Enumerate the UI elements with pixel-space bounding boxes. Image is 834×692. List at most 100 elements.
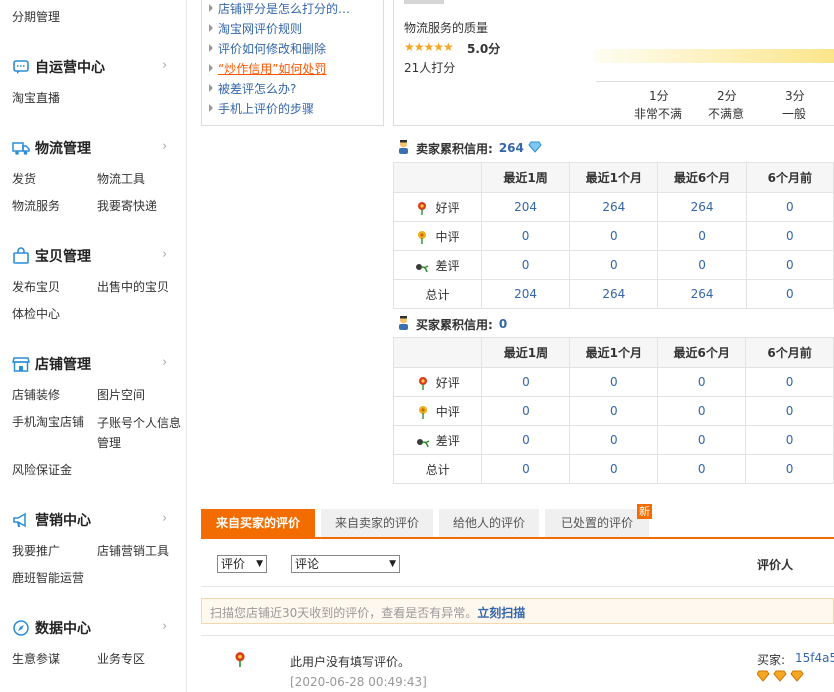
table-cell[interactable]: 0 [657,396,747,426]
tab-from-sellers[interactable]: 来自卖家的评价 [321,509,433,537]
help-link[interactable]: 手机上评价的步骤 [209,100,314,117]
table-cell[interactable]: 204 [480,192,571,222]
yellow-flower-icon [416,405,430,419]
table-cell[interactable]: 264 [569,192,659,222]
tab-from-buyers[interactable]: 来自买家的评价 [201,509,315,537]
chevron-right-icon[interactable]: › [162,619,167,634]
table-cell[interactable]: 0 [569,221,659,251]
table-cell[interactable]: 0 [745,454,834,484]
diamond-icon [528,141,542,156]
row-label: 好评 [392,367,483,397]
sidebar-section-store[interactable]: 店铺管理 [12,353,91,375]
sidebar-section-data[interactable]: 数据中心 [12,617,91,639]
table-cell[interactable]: 0 [481,367,571,397]
table-cell[interactable]: 0 [480,221,571,251]
sidebar-section-title: 数据中心 [35,621,91,637]
chevron-right-icon[interactable]: › [162,139,167,154]
sidebar-section-items[interactable]: 宝贝管理 [12,245,91,267]
table-cell[interactable]: 0 [657,367,747,397]
table-cell[interactable]: 264 [569,279,659,309]
tab-given-to-others[interactable]: 给他人的评价 [439,509,539,537]
table-cell[interactable]: 0 [745,192,834,222]
chevron-right-icon[interactable]: › [162,511,167,526]
table-cell[interactable]: 0 [657,425,747,455]
buyer-credit-title: 买家累积信用: 0 [396,316,507,332]
rating-stars: ★★★★★ [404,40,454,54]
sidebar-link[interactable]: 店铺营销工具 [97,542,169,559]
sidebar-link[interactable]: 体检中心 [12,305,60,322]
table-cell[interactable]: 0 [569,454,659,484]
sidebar-link[interactable]: 出售中的宝贝 [97,278,169,295]
store-icon [12,355,30,373]
help-link[interactable]: 店铺评分是怎么打分的… [209,0,350,17]
sidebar-link[interactable]: 物流工具 [97,170,145,187]
sidebar-link-installment[interactable]: 分期管理 [12,8,60,25]
table-header-cell: 最近6个月 [657,337,747,368]
sidebar-link[interactable]: 风险保证金 [12,461,72,478]
sidebar-link[interactable]: 我要推广 [12,542,60,559]
dropdown-arrow-icon: ▼ [256,559,263,569]
divider [201,635,834,636]
scan-notice: 扫描您店铺近30天收到的评价，查看是否有异常。立刻扫描 [201,598,834,624]
table-cell[interactable]: 0 [657,454,747,484]
scan-now-link[interactable]: 立刻扫描 [477,606,525,620]
sidebar-link[interactable]: 生意参谋 [12,650,60,667]
sidebar-link[interactable]: 鹿班智能运营 [12,569,84,586]
rating-scale-line [596,81,834,82]
table-cell[interactable]: 0 [745,279,834,309]
buyer-id-link[interactable]: 15f4a5 [795,651,834,665]
sidebar-link[interactable]: 我要寄快递 [97,197,157,214]
yellow-flower-icon [415,230,429,244]
sidebar-link[interactable]: 手机淘宝店铺 [12,413,84,430]
help-link-highlighted[interactable]: “炒作信用”如何处罚 [209,60,326,77]
sidebar-section-marketing[interactable]: 营销中心 [12,509,91,531]
red-flower-icon [232,651,248,670]
table-cell[interactable]: 0 [480,250,571,280]
shop-rating-box: 物流服务的质量 ★★★★★ 5.0分 21人打分 1分 非常不满 2分 不满意 … [393,0,834,126]
table-cell[interactable]: 0 [745,367,834,397]
row-label: 好评 [393,192,482,222]
sidebar-link[interactable]: 子账号个人信息管理 [97,413,183,453]
table-cell[interactable]: 0 [745,396,834,426]
table-cell[interactable]: 0 [569,425,659,455]
table-cell[interactable]: 0 [569,250,659,280]
sidebar-link[interactable]: 发货 [12,170,36,187]
sidebar-link[interactable]: 淘宝直播 [12,89,60,106]
sidebar-link[interactable]: 物流服务 [12,197,60,214]
comment-filter-select[interactable]: 评论 ▼ [291,555,400,573]
table-cell[interactable]: 0 [481,396,571,426]
table-cell[interactable]: 0 [745,221,834,251]
table-cell[interactable]: 0 [745,425,834,455]
sidebar-link[interactable]: 发布宝贝 [12,278,60,295]
chevron-right-icon[interactable]: › [162,355,167,370]
table-cell[interactable]: 0 [481,425,571,455]
sidebar-link[interactable]: 图片空间 [97,386,145,403]
chevron-right-icon[interactable]: › [162,58,167,73]
sidebar-link[interactable]: 业务专区 [97,650,145,667]
table-cell[interactable]: 0 [657,221,747,251]
sidebar-link[interactable]: 店铺装修 [12,386,60,403]
rating-filter-select[interactable]: 评价 ▼ [217,555,267,573]
bag-icon [12,247,30,265]
megaphone-icon [12,511,30,529]
table-cell[interactable]: 0 [481,454,571,484]
sidebar-section-self-operation[interactable]: 自运营中心 [12,56,105,78]
table-cell[interactable]: 0 [745,250,834,280]
help-link[interactable]: 被差评怎么办? [209,80,296,97]
new-badge: 新 [637,504,652,519]
tab-handled[interactable]: 已处置的评价 [545,509,649,537]
help-link[interactable]: 淘宝网评价规则 [209,20,302,37]
table-cell[interactable]: 0 [657,250,747,280]
help-link[interactable]: 评价如何修改和删除 [209,40,326,57]
row-label: 差评 [392,425,483,455]
sidebar-section-logistics[interactable]: 物流管理 [12,137,91,159]
chevron-right-icon[interactable]: › [162,247,167,262]
table-header-cell: 6个月前 [745,337,834,368]
table-row: 差评 0 0 0 0 [392,425,834,455]
table-cell[interactable]: 204 [480,279,571,309]
table-cell[interactable]: 0 [569,396,659,426]
table-cell[interactable]: 264 [657,279,747,309]
table-row: 差评 0 0 0 0 [393,250,834,280]
table-cell[interactable]: 264 [657,192,747,222]
table-cell[interactable]: 0 [569,367,659,397]
